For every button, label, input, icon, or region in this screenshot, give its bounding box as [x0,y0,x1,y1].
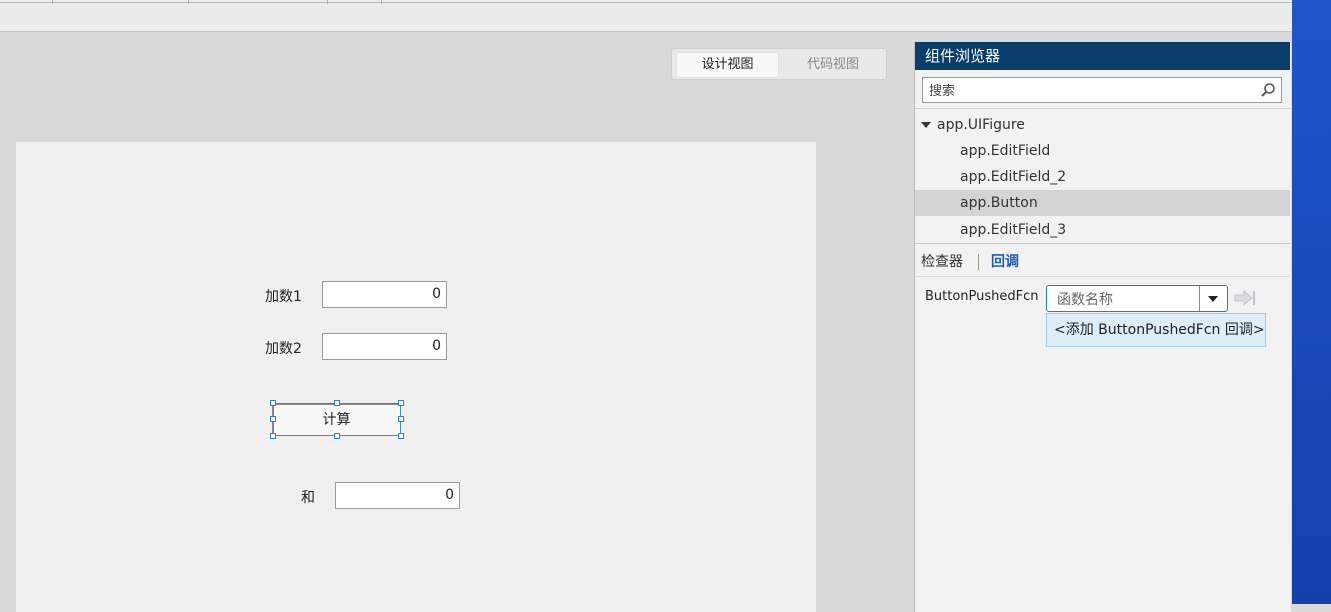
sum-field[interactable]: 0 [335,482,460,509]
resize-handle[interactable] [334,400,340,406]
goto-callback-icon[interactable] [1234,289,1256,307]
callback-function-input[interactable] [1055,288,1199,311]
inspector-divider [915,243,1290,244]
tree-item-button[interactable]: app.Button [915,190,1290,216]
resize-handle[interactable] [334,433,340,439]
resize-handle[interactable] [398,433,404,439]
sum-label: 和 [301,490,315,506]
resize-handle[interactable] [270,433,276,439]
tab-separator [978,254,979,270]
toolbar-tick [188,0,189,4]
toolbar-tick [327,0,328,4]
toolbar-strip [0,0,1292,32]
tab-inspector[interactable]: 检查器 [921,252,963,272]
search-icon[interactable] [1260,82,1276,98]
resize-handle[interactable] [398,416,404,422]
resize-handle[interactable] [398,400,404,406]
resize-handle[interactable] [270,400,276,406]
addend2-field[interactable]: 0 [322,333,447,360]
callback-dropdown-option[interactable]: <添加 ButtonPushedFcn 回调> [1046,313,1266,347]
design-canvas[interactable] [16,142,816,612]
addend1-field[interactable]: 0 [322,281,447,308]
code-view-button[interactable]: 代码视图 [784,53,882,77]
toolbar-tick [381,0,382,4]
tree-divider [915,108,1290,109]
toolbar-tick [52,0,53,4]
component-browser-title: 组件浏览器 [915,42,1290,70]
tabs-divider [915,276,1290,277]
addend1-label: 加数1 [265,289,302,305]
view-toggle: 设计视图 代码视图 [671,48,887,80]
chevron-down-icon [1208,296,1218,302]
combobox-dropdown-button[interactable] [1199,286,1227,311]
design-view-button[interactable]: 设计视图 [677,53,778,77]
addend2-label: 加数2 [265,341,302,357]
callback-name-label: ButtonPushedFcn [925,289,1039,304]
tab-callbacks[interactable]: 回调 [991,252,1019,272]
desktop-background [1292,0,1331,604]
tree-item-root[interactable]: app.UIFigure [915,112,1290,138]
calculate-button[interactable]: 计算 [272,404,401,436]
search-input[interactable] [923,78,1251,104]
callback-combobox[interactable] [1046,285,1228,312]
tree-item-editfield-3[interactable]: app.EditField_3 [915,217,1290,243]
resize-handle[interactable] [270,416,276,422]
search-box[interactable] [922,77,1282,104]
tree-item-editfield[interactable]: app.EditField [915,138,1290,164]
toolbar-divider [0,2,1292,3]
tree-item-editfield-2[interactable]: app.EditField_2 [915,164,1290,190]
